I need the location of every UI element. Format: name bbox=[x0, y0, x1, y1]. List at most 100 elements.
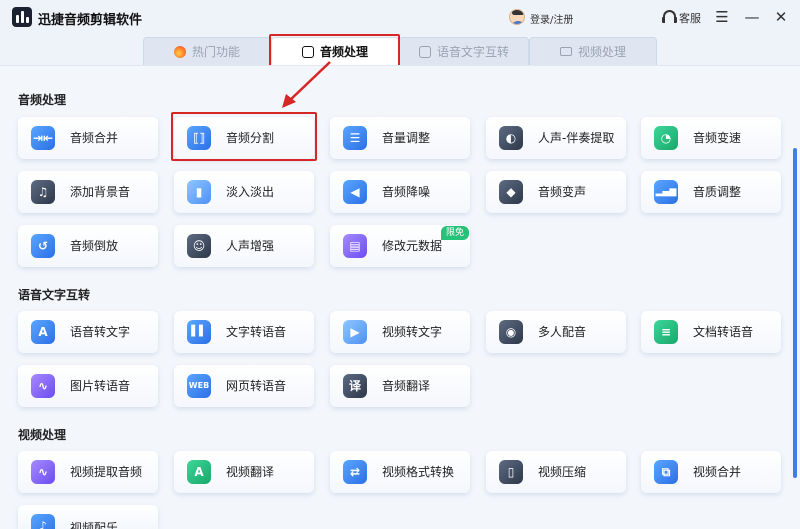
voice-change-card[interactable]: ◆ 音频变声 bbox=[486, 171, 626, 213]
customer-service-button[interactable]: 客服 bbox=[679, 10, 701, 26]
card-label: 图片转语音 bbox=[70, 379, 131, 393]
quality-adjust-card[interactable]: ▂▄▆ 音质调整 bbox=[641, 171, 781, 213]
video-format-convert-card[interactable]: ⇄ 视频格式转换 bbox=[330, 451, 470, 493]
compress-icon: ▯ bbox=[499, 460, 523, 484]
main-tabs: 热门功能 音频处理 语音文字互转 视频处理 bbox=[143, 37, 657, 65]
card-label: 音频变声 bbox=[538, 185, 587, 199]
card-label: 人声增强 bbox=[226, 239, 275, 253]
volume-adjust-card[interactable]: ☰ 音量调整 bbox=[330, 117, 470, 159]
tab-voice-text[interactable]: 语音文字互转 bbox=[399, 37, 529, 65]
text-to-speech-card[interactable]: ▌▌ 文字转语音 bbox=[174, 311, 314, 353]
headset-icon[interactable] bbox=[662, 10, 677, 23]
card-label: 视频翻译 bbox=[226, 465, 275, 479]
tab-hot-features[interactable]: 热门功能 bbox=[143, 37, 271, 65]
image-to-speech-card[interactable]: ∿ 图片转语音 bbox=[18, 365, 158, 407]
multi-dubbing-card[interactable]: ◉ 多人配音 bbox=[486, 311, 626, 353]
menu-icon[interactable]: ☰ bbox=[713, 8, 731, 26]
video-merge-card[interactable]: ⧉ 视频合并 bbox=[641, 451, 781, 493]
card-label: 视频提取音频 bbox=[70, 465, 143, 479]
card-label: 视频转文字 bbox=[382, 325, 443, 339]
audio-translate-card[interactable]: 译 音频翻译 bbox=[330, 365, 470, 407]
card-label: 音量调整 bbox=[382, 131, 431, 145]
app-title: 迅捷音频剪辑软件 bbox=[38, 13, 143, 28]
tab-video-processing[interactable]: 视频处理 bbox=[529, 37, 657, 65]
card-label: 添加背景音 bbox=[70, 185, 131, 199]
minimize-icon[interactable]: — bbox=[743, 8, 761, 26]
fade-bars-icon: ▮ bbox=[187, 180, 211, 204]
speaker-icon: ◀ bbox=[343, 180, 367, 204]
app-logo-icon bbox=[12, 7, 32, 27]
web-icon: WEB bbox=[187, 374, 211, 398]
annotation-arrow-icon bbox=[282, 61, 331, 108]
card-label: 音频合并 bbox=[70, 131, 119, 145]
close-icon[interactable]: ✕ bbox=[772, 8, 790, 26]
card-label: 视频合并 bbox=[693, 465, 742, 479]
card-label: 人声-伴奏提取 bbox=[538, 131, 615, 145]
web-to-speech-card[interactable]: WEB 网页转语音 bbox=[174, 365, 314, 407]
section-title-voice-text: 语音文字互转 bbox=[18, 288, 91, 302]
quality-bars-icon: ▂▄▆ bbox=[654, 180, 678, 204]
video-icon bbox=[559, 47, 572, 56]
login-link[interactable]: 登录/注册 bbox=[530, 11, 573, 26]
card-label: 语音转文字 bbox=[70, 325, 131, 339]
tab-label: 语音文字互转 bbox=[436, 45, 509, 59]
section-title-video: 视频处理 bbox=[18, 428, 67, 442]
fire-icon bbox=[173, 45, 186, 58]
translate-icon: A bbox=[187, 460, 211, 484]
image-wave-icon: ∿ bbox=[31, 374, 55, 398]
audio-wave-icon: ∿ bbox=[31, 460, 55, 484]
audio-merge-card[interactable]: ⇥⇤ 音频合并 bbox=[18, 117, 158, 159]
audio-speed-card[interactable]: ◔ 音频变速 bbox=[641, 117, 781, 159]
waveform-icon: ▌▌ bbox=[187, 320, 211, 344]
person-icon: ☺ bbox=[187, 234, 211, 258]
free-badge: 限免 bbox=[441, 226, 469, 240]
speed-icon: ◔ bbox=[654, 126, 678, 150]
section-title-audio: 音频处理 bbox=[18, 93, 67, 107]
add-bgm-card[interactable]: ♫ 添加背景音 bbox=[18, 171, 158, 213]
translate-icon: 译 bbox=[343, 374, 367, 398]
scrollbar-thumb[interactable] bbox=[793, 148, 797, 478]
metadata-icon: ▤ bbox=[343, 234, 367, 258]
video-translate-card[interactable]: A 视频翻译 bbox=[174, 451, 314, 493]
vocal-extract-card[interactable]: ◐ 人声-伴奏提取 bbox=[486, 117, 626, 159]
speech-to-text-card[interactable]: A 语音转文字 bbox=[18, 311, 158, 353]
sliders-icon: ☰ bbox=[343, 126, 367, 150]
document-icon: ≡ bbox=[654, 320, 678, 344]
card-label: 音频倒放 bbox=[70, 239, 119, 253]
audio-reverse-card[interactable]: ↺ 音频倒放 bbox=[18, 225, 158, 267]
video-soundtrack-card[interactable]: ♪ 视频配乐 bbox=[18, 505, 158, 529]
vocal-enhance-card[interactable]: ☺ 人声增强 bbox=[174, 225, 314, 267]
video-compress-card[interactable]: ▯ 视频压缩 bbox=[486, 451, 626, 493]
card-label: 文档转语音 bbox=[693, 325, 754, 339]
merge-squares-icon: ⧉ bbox=[654, 460, 678, 484]
reverse-icon: ↺ bbox=[31, 234, 55, 258]
video-extract-audio-card[interactable]: ∿ 视频提取音频 bbox=[18, 451, 158, 493]
user-avatar-icon[interactable] bbox=[509, 9, 525, 25]
convert-arrows-icon: ⇄ bbox=[343, 460, 367, 484]
doc-to-speech-card[interactable]: ≡ 文档转语音 bbox=[641, 311, 781, 353]
play-icon: ▶ bbox=[343, 320, 367, 344]
card-label: 网页转语音 bbox=[226, 379, 287, 393]
split-highlight-annotation bbox=[171, 112, 317, 161]
voice-wave-icon: ◆ bbox=[499, 180, 523, 204]
voice-text-icon bbox=[418, 45, 431, 58]
card-label: 音质调整 bbox=[693, 185, 742, 199]
music-note-icon: ♫ bbox=[31, 180, 55, 204]
card-label: 视频格式转换 bbox=[382, 465, 455, 479]
music-icon: ♪ bbox=[31, 514, 55, 529]
tab-label: 视频处理 bbox=[577, 45, 626, 59]
tab-label: 热门功能 bbox=[191, 45, 240, 59]
card-label: 音频降噪 bbox=[382, 185, 431, 199]
video-to-text-card[interactable]: ▶ 视频转文字 bbox=[330, 311, 470, 353]
headphones-icon: ◐ bbox=[499, 126, 523, 150]
noise-reduction-card[interactable]: ◀ 音频降噪 bbox=[330, 171, 470, 213]
letter-a-icon: A bbox=[31, 320, 55, 344]
title-bar: 迅捷音频剪辑软件 登录/注册 客服 ☰ — ✕ bbox=[0, 0, 800, 36]
card-label: 音频变速 bbox=[693, 131, 742, 145]
card-label: 视频配乐 bbox=[70, 521, 119, 529]
card-label: 多人配音 bbox=[538, 325, 587, 339]
card-label: 淡入淡出 bbox=[226, 185, 275, 199]
microphone-icon: ◉ bbox=[499, 320, 523, 344]
fade-card[interactable]: ▮ 淡入淡出 bbox=[174, 171, 314, 213]
card-label: 文字转语音 bbox=[226, 325, 287, 339]
